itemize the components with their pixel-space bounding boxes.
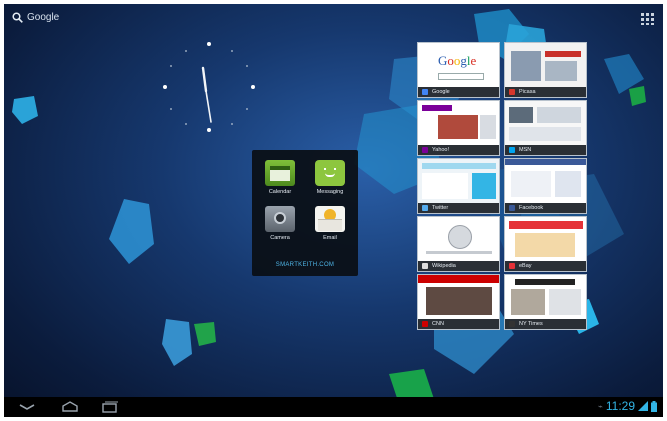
status-area[interactable]: ⌁ 11:29 <box>598 399 657 413</box>
folder-item-camera[interactable]: Camera <box>257 206 303 241</box>
hide-keyboard-icon[interactable] <box>18 401 36 413</box>
site-favicon <box>509 321 515 327</box>
site-favicon <box>422 147 428 153</box>
usb-icon: ⌁ <box>598 401 603 411</box>
system-bar: ⌁ 11:29 <box>4 397 663 417</box>
folder-item-email[interactable]: Email <box>307 206 353 241</box>
search-icon <box>12 12 23 23</box>
thumbnail-preview <box>505 275 586 321</box>
camera-icon <box>265 206 295 232</box>
clock-time: 11:29 <box>605 399 635 413</box>
folder-item-label: Calendar <box>268 189 292 195</box>
thumbnail-caption: CNN <box>418 319 499 329</box>
thumbnail-caption: Picasa <box>505 87 586 97</box>
bookmark-thumbnail[interactable]: Twitter <box>417 158 500 214</box>
battery-icon <box>651 400 657 412</box>
thumbnail-preview <box>418 101 499 147</box>
site-favicon <box>509 147 515 153</box>
bookmark-thumbnail[interactable]: Picasa <box>504 42 587 98</box>
app-folder[interactable]: Calendar Messaging Camera Email SMARTKEI… <box>252 150 358 276</box>
site-favicon <box>422 321 428 327</box>
site-favicon <box>422 89 428 95</box>
folder-watermark: SMARTKEITH.COM <box>275 262 335 268</box>
messaging-icon <box>315 160 345 186</box>
bookmark-thumbnail[interactable]: Google Google <box>417 42 500 98</box>
site-favicon <box>422 263 428 269</box>
thumbnail-caption: Facebook <box>505 203 586 213</box>
recent-apps-icon[interactable] <box>100 401 120 413</box>
site-favicon <box>509 263 515 269</box>
site-favicon <box>509 205 515 211</box>
bookmark-thumbnail[interactable]: CNN <box>417 274 500 330</box>
wifi-signal-icon <box>638 401 648 411</box>
site-favicon <box>422 205 428 211</box>
thumbnail-caption: Twitter <box>418 203 499 213</box>
bookmark-thumbnail[interactable]: Facebook <box>504 158 587 214</box>
thumbnail-caption: Google <box>418 87 499 97</box>
email-icon <box>315 206 345 232</box>
thumbnail-preview <box>418 159 499 205</box>
bookmark-thumbnail[interactable]: MSN <box>504 100 587 156</box>
home-icon[interactable] <box>60 401 80 413</box>
thumbnail-preview <box>505 217 586 263</box>
bookmark-thumbnail[interactable]: eBay <box>504 216 587 272</box>
thumbnail-caption: MSN <box>505 145 586 155</box>
search-label: Google <box>27 12 60 23</box>
thumbnail-preview <box>418 275 499 321</box>
top-bar: Google <box>4 4 663 34</box>
thumbnail-caption: Wikipedia <box>418 261 499 271</box>
bookmark-thumbnail[interactable]: NY Times <box>504 274 587 330</box>
calendar-icon <box>265 160 295 186</box>
analog-clock-widget[interactable] <box>154 36 264 146</box>
thumbnail-preview <box>418 217 499 263</box>
folder-item-label: Camera <box>270 235 290 241</box>
thumbnail-preview <box>505 101 586 147</box>
google-search-widget[interactable]: Google <box>12 12 59 23</box>
folder-item-label: Email <box>323 235 337 241</box>
site-favicon <box>509 89 515 95</box>
bookmark-thumbnail[interactable]: Yahoo! <box>417 100 500 156</box>
thumbnail-caption: NY Times <box>505 319 586 329</box>
thumbnail-caption: Yahoo! <box>418 145 499 155</box>
thumbnail-caption: eBay <box>505 261 586 271</box>
thumbnail-preview <box>505 159 586 205</box>
thumbnail-preview: Google <box>418 43 499 89</box>
all-apps-icon[interactable] <box>641 13 655 25</box>
folder-item-calendar[interactable]: Calendar <box>257 160 303 195</box>
tablet-home-screen: Google Calendar Messaging Camera Email S… <box>4 4 663 417</box>
bookmark-thumbnail[interactable]: Wikipedia <box>417 216 500 272</box>
folder-item-label: Messaging <box>316 189 344 195</box>
folder-item-messaging[interactable]: Messaging <box>307 160 353 195</box>
thumbnail-preview <box>505 43 586 89</box>
